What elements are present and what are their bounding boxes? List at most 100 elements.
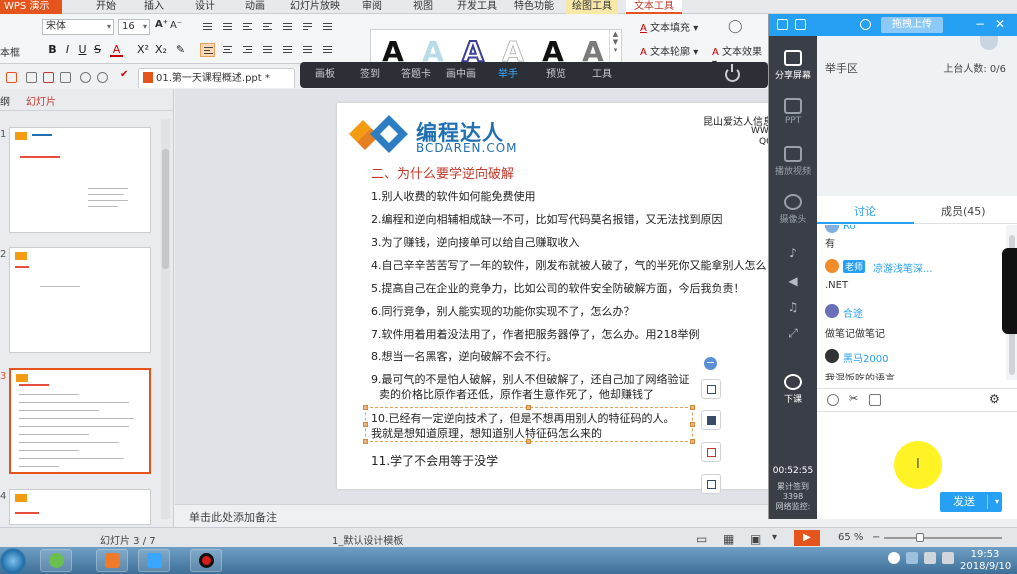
tab-drawing-tools[interactable]: 绘图工具 (566, 0, 618, 14)
zoom-out-icon[interactable]: − (872, 532, 880, 543)
print-icon[interactable] (60, 72, 71, 83)
align-right-button[interactable] (240, 43, 255, 57)
resize-handle[interactable] (690, 405, 695, 410)
numbered-list-icon[interactable] (220, 20, 235, 34)
export-pdf-icon[interactable] (43, 72, 54, 83)
tray-network-icon[interactable] (906, 552, 918, 564)
notes-pane[interactable]: 单击此处添加备注 (175, 504, 768, 527)
save-icon[interactable] (26, 72, 37, 83)
minimize-icon[interactable]: − (975, 17, 985, 31)
edit-text-icon[interactable]: ◯ (728, 19, 743, 34)
shrink-font-button[interactable]: A⁻ (170, 20, 182, 31)
reading-view-icon[interactable]: ▣ (750, 532, 761, 546)
tab-text-tools[interactable]: 文本工具 (626, 0, 682, 14)
layers-icon[interactable] (701, 474, 721, 494)
music-icon[interactable]: ♫ (785, 300, 801, 314)
popout-icon[interactable] (795, 19, 806, 30)
justify-button[interactable] (260, 43, 275, 57)
end-class-button[interactable]: 下课 (769, 374, 817, 405)
grow-font-button[interactable]: A⁺ (155, 19, 168, 30)
document-tab[interactable]: 01.第一天课程概述.ppt * (138, 68, 295, 88)
italic-button[interactable]: I (61, 43, 74, 57)
drag-upload-button[interactable]: 拖拽上传 (881, 17, 943, 33)
sorter-view-icon[interactable]: ▦ (723, 532, 734, 546)
outline-icon[interactable] (701, 442, 721, 462)
resize-handle[interactable] (690, 439, 695, 444)
message-user[interactable]: Ro (843, 225, 856, 232)
fill-bucket-icon[interactable] (701, 410, 721, 430)
play-slideshow-button[interactable]: ▶ (794, 530, 820, 546)
chevron-down-icon[interactable]: ▾ (995, 492, 999, 512)
align-center-button[interactable] (220, 43, 235, 57)
microphone-icon[interactable]: ♪ (785, 246, 801, 260)
power-icon[interactable] (725, 64, 740, 82)
tab-animation[interactable]: 动画 (245, 0, 265, 14)
collapse-icon[interactable]: − (704, 357, 717, 370)
underline-button[interactable]: U (76, 43, 89, 57)
bullet-list-icon[interactable] (200, 20, 215, 34)
tab-slides[interactable]: 幻灯片 (26, 93, 56, 108)
sb-raise-hand[interactable]: 举手 (498, 62, 518, 88)
sb-drawing-board[interactable]: 画板 (315, 62, 335, 88)
indent-icon[interactable] (260, 20, 275, 34)
slide-thumbnail-1[interactable] (9, 127, 151, 233)
tray-qq-icon[interactable] (888, 552, 900, 564)
font-name-select[interactable]: 宋体 ▾ (42, 19, 114, 35)
outdent-icon[interactable] (240, 20, 255, 34)
textbox-button[interactable]: 本框 (0, 44, 20, 59)
font-color-button[interactable]: A (110, 43, 123, 57)
tray-volume-icon[interactable] (924, 552, 936, 564)
taskbar-app-wps[interactable] (96, 549, 128, 572)
image-icon[interactable] (869, 394, 881, 406)
edge-handle[interactable] (1002, 248, 1017, 334)
text-direction-icon[interactable] (300, 20, 315, 34)
zoom-slider-knob[interactable] (916, 533, 924, 542)
tray-ime-icon[interactable] (942, 552, 954, 564)
normal-view-icon[interactable]: ▭ (696, 532, 707, 546)
line-spacing-icon[interactable] (280, 20, 295, 34)
taskbar-app-recorder[interactable] (190, 549, 222, 572)
text-fill-button[interactable]: A 文本填充 ▾ (640, 19, 698, 34)
scrollbar-thumb[interactable] (162, 149, 169, 269)
start-button[interactable] (0, 547, 26, 574)
resize-handle[interactable] (363, 439, 368, 444)
message-user[interactable]: 黑马2000 (843, 350, 888, 365)
pin-icon[interactable] (777, 19, 788, 30)
slide-thumbnail-4[interactable] (9, 489, 151, 525)
distribute-button[interactable] (280, 43, 295, 57)
taskbar-app-live[interactable] (138, 549, 170, 572)
align-text-top-button[interactable] (300, 43, 315, 57)
sb-preview[interactable]: 预览 (546, 62, 566, 88)
align-left-button[interactable] (200, 43, 215, 57)
message-user[interactable]: 合途 (843, 305, 863, 320)
thumbnail-scrollbar[interactable] (161, 119, 170, 519)
tab-developer[interactable]: 开发工具 (457, 0, 497, 14)
undo-icon[interactable] (80, 72, 91, 83)
sb-pip[interactable]: 画中画 (446, 62, 476, 88)
share-screen-button[interactable]: 分享屏幕 (769, 50, 817, 81)
slide-thumbnail-2[interactable] (9, 247, 151, 353)
text-outline-button[interactable]: A 文本轮廓 ▾ (640, 43, 698, 58)
clear-format-button[interactable]: ✎ (174, 43, 187, 57)
sb-signin[interactable]: 签到 (360, 62, 380, 88)
camera-button[interactable]: 摄像头 (769, 194, 817, 225)
resize-handle[interactable] (690, 422, 695, 427)
taskbar-clock[interactable]: 19:53 2018/9/10 (960, 549, 1011, 573)
columns-icon[interactable] (320, 20, 335, 34)
zoom-slider[interactable] (884, 537, 1002, 539)
speaker-icon[interactable]: ◀ (785, 274, 801, 288)
ppt-button[interactable]: PPT (769, 98, 817, 126)
chevron-icon[interactable]: ▾ (772, 532, 777, 543)
home-icon[interactable] (6, 72, 17, 83)
resize-handle[interactable] (363, 422, 368, 427)
sb-answer-card[interactable]: 答题卡 (401, 62, 431, 88)
close-icon[interactable]: ✕ (995, 17, 1005, 31)
tab-home[interactable]: 开始 (96, 0, 116, 14)
tab-view[interactable]: 视图 (413, 0, 433, 14)
tab-slideshow[interactable]: 幻灯片放映 (290, 0, 340, 14)
superscript-button[interactable]: X² (135, 43, 151, 57)
scissors-icon[interactable]: ✂ (849, 392, 861, 405)
play-video-button[interactable]: 播放视频 (769, 146, 817, 177)
tab-insert[interactable]: 插入 (144, 0, 164, 14)
align-text-middle-button[interactable] (320, 43, 335, 57)
